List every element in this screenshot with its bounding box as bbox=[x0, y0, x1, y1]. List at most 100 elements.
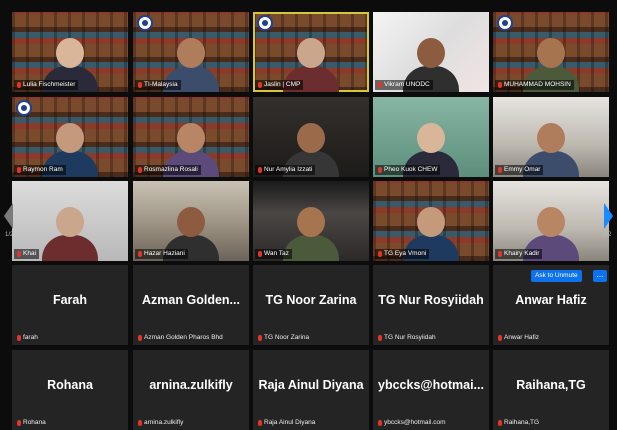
muted-mic-icon bbox=[378, 167, 382, 173]
participant-name: Emmy Omar bbox=[504, 166, 541, 173]
participant-name-label: Nur Amylia Izzati bbox=[255, 165, 316, 175]
next-page-arrow-icon[interactable] bbox=[604, 203, 613, 229]
participant-name: TG Eya Vmoni bbox=[384, 250, 427, 257]
muted-mic-icon bbox=[138, 335, 142, 341]
participant-name-label: MUHAMMAD MOHSIN bbox=[495, 80, 574, 90]
name-only-tile[interactable]: Azman Golden... Azman Golden Pharos Bhd bbox=[133, 265, 249, 345]
participant-name-label: TG Eya Vmoni bbox=[375, 249, 430, 259]
participant-display-name: arnina.zulkifly bbox=[149, 378, 233, 392]
video-tile[interactable]: Lulia Fischmeister bbox=[12, 12, 128, 92]
name-only-tile[interactable]: TG Noor Zarina TG Noor Zarina bbox=[253, 265, 369, 345]
participant-display-name: Rohana bbox=[47, 378, 93, 392]
video-tile[interactable]: Raymon Ram bbox=[12, 97, 128, 177]
muted-mic-icon bbox=[378, 251, 382, 257]
participant-name-label: Raihana,TG bbox=[495, 418, 542, 428]
muted-mic-icon bbox=[498, 420, 502, 426]
video-tile[interactable]: TG Eya Vmoni bbox=[373, 181, 489, 261]
participant-name: Hazar Haziani bbox=[144, 250, 185, 257]
muted-mic-icon bbox=[258, 82, 262, 88]
muted-mic-icon bbox=[138, 82, 142, 88]
participant-name-label: arnina.zulkifly bbox=[135, 418, 186, 428]
muted-mic-icon bbox=[378, 420, 382, 426]
participant-display-name: Raja Ainul Diyana bbox=[258, 378, 364, 392]
name-only-tile[interactable]: arnina.zulkifly arnina.zulkifly bbox=[133, 350, 249, 430]
participant-name-label: Jaslin | CMP bbox=[255, 80, 304, 90]
muted-mic-icon bbox=[498, 251, 502, 257]
participant-name: Raymon Ram bbox=[23, 166, 63, 173]
video-tile[interactable]: Jaslin | CMP bbox=[253, 12, 369, 92]
participant-name-label: Azman Golden Pharos Bhd bbox=[135, 333, 226, 343]
video-tile[interactable]: Wan Taz bbox=[253, 181, 369, 261]
participant-name-label: Pheo Kuok CHEW bbox=[375, 165, 441, 175]
muted-mic-icon bbox=[498, 167, 502, 173]
muted-mic-icon bbox=[498, 82, 502, 88]
organization-logo-icon bbox=[16, 100, 32, 116]
participant-name-label: Raymon Ram bbox=[14, 165, 66, 175]
muted-mic-icon bbox=[138, 167, 142, 173]
participant-name-label: Rosmazlina Rosali bbox=[135, 165, 201, 175]
participant-name-label: Khai bbox=[14, 249, 40, 259]
participant-display-name: Farah bbox=[52, 293, 88, 307]
video-tile[interactable]: TI-Malaysia bbox=[133, 12, 249, 92]
participant-name: TG Noor Zarina bbox=[264, 334, 310, 341]
participant-name-label: Anwar Hafiz bbox=[495, 333, 542, 343]
name-only-tile[interactable]: TG Nur Rosyiidah TG Nur Rosyiidah bbox=[373, 265, 489, 345]
muted-mic-icon bbox=[258, 251, 262, 257]
participant-name: TI-Malaysia bbox=[144, 81, 178, 88]
participant-name-label: TG Noor Zarina bbox=[255, 333, 312, 343]
participant-name-label: Raja Ainul Diyana bbox=[255, 418, 318, 428]
muted-mic-icon bbox=[17, 251, 21, 257]
name-only-tile[interactable]: ybccks@hotmai... ybccks@hotmail.com bbox=[373, 350, 489, 430]
name-only-tile[interactable]: Raihana,TG Raihana,TG bbox=[493, 350, 609, 430]
participant-name-label: Vikram UNODC bbox=[375, 80, 433, 90]
participant-name: farah bbox=[23, 334, 38, 341]
participant-name: Pheo Kuok CHEW bbox=[384, 166, 438, 173]
participant-display-name: ybccks@hotmai... bbox=[378, 378, 484, 392]
participant-video bbox=[42, 201, 98, 261]
muted-mic-icon bbox=[258, 167, 262, 173]
participant-name: Jaslin | CMP bbox=[264, 81, 301, 88]
video-tile[interactable]: Nur Amylia Izzati bbox=[253, 97, 369, 177]
participant-name: Vikram UNODC bbox=[384, 81, 430, 88]
participant-name: Raja Ainul Diyana bbox=[264, 419, 316, 426]
participant-name: Rohana bbox=[23, 419, 46, 426]
muted-mic-icon bbox=[258, 335, 262, 341]
participant-name: Anwar Hafiz bbox=[504, 334, 540, 341]
participant-display-name: TG Nur Rosyiidah bbox=[378, 293, 484, 307]
participant-name-label: farah bbox=[14, 333, 41, 343]
muted-mic-icon bbox=[138, 251, 142, 257]
ask-to-unmute-button[interactable]: Ask to Unmute bbox=[531, 270, 582, 282]
participant-name: TG Nur Rosyiidah bbox=[384, 334, 436, 341]
participant-name-label: TI-Malaysia bbox=[135, 80, 181, 90]
muted-mic-icon bbox=[498, 335, 502, 341]
previous-page-arrow-icon[interactable] bbox=[4, 203, 13, 229]
participant-name-label: Emmy Omar bbox=[495, 165, 544, 175]
participant-name: Raihana,TG bbox=[504, 419, 540, 426]
participant-name: Rosmazlina Rosali bbox=[144, 166, 198, 173]
page-indicator-right: 1/2 bbox=[603, 232, 612, 238]
participant-name: Khairy Kadir bbox=[504, 250, 540, 257]
video-tile[interactable]: MUHAMMAD MOHSIN bbox=[493, 12, 609, 92]
participant-name: Nur Amylia Izzati bbox=[264, 166, 313, 173]
video-tile[interactable]: Khairy Kadir bbox=[493, 181, 609, 261]
video-tile[interactable]: Rosmazlina Rosali bbox=[133, 97, 249, 177]
participant-name: MUHAMMAD MOHSIN bbox=[504, 81, 571, 88]
name-only-tile[interactable]: Rohana Rohana bbox=[12, 350, 128, 430]
participant-name: Khai bbox=[23, 250, 37, 257]
more-options-button[interactable]: ... bbox=[593, 270, 607, 282]
video-tile[interactable]: Pheo Kuok CHEW bbox=[373, 97, 489, 177]
video-tile[interactable]: Hazar Haziani bbox=[133, 181, 249, 261]
name-only-tile[interactable]: Raja Ainul Diyana Raja Ainul Diyana bbox=[253, 350, 369, 430]
video-tile[interactable]: Khai bbox=[12, 181, 128, 261]
muted-mic-icon bbox=[17, 82, 21, 88]
participant-name: ybccks@hotmail.com bbox=[384, 419, 446, 426]
participant-name-label: TG Nur Rosyiidah bbox=[375, 333, 439, 343]
participant-name-label: Hazar Haziani bbox=[135, 249, 188, 259]
muted-mic-icon bbox=[378, 82, 382, 88]
name-only-tile[interactable]: Farah farah bbox=[12, 265, 128, 345]
participant-name-label: Lulia Fischmeister bbox=[14, 80, 79, 90]
video-tile[interactable]: Vikram UNODC bbox=[373, 12, 489, 92]
video-tile[interactable]: Emmy Omar bbox=[493, 97, 609, 177]
participant-name-label: Rohana bbox=[14, 418, 49, 428]
organization-logo-icon bbox=[137, 15, 153, 31]
